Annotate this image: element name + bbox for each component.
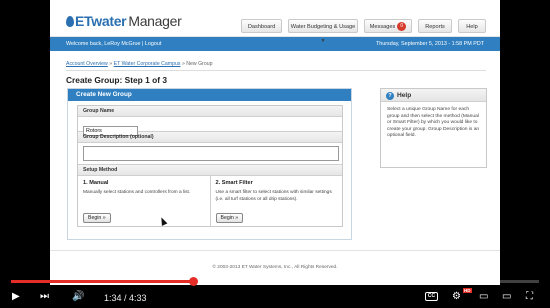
page-title: Create Group: Step 1 of 3 xyxy=(66,75,167,85)
breadcrumb-current: New Group xyxy=(186,61,213,67)
progress-bar[interactable] xyxy=(11,277,539,286)
progress-played xyxy=(11,280,193,283)
nav-help[interactable]: Help xyxy=(458,19,486,33)
help-header: ? Help xyxy=(381,89,486,102)
etwater-logo[interactable]: ETwater Manager xyxy=(66,13,182,29)
time-display: 1:34 / 4:33 xyxy=(104,293,147,303)
cast-icon[interactable]: ▭ xyxy=(502,290,511,304)
nav-label: Reports xyxy=(425,24,445,30)
current-datetime: Thursday, September 5, 2013 - 1:58 PM PD… xyxy=(375,41,484,47)
divider xyxy=(66,70,486,71)
setup-methods: 1. Manual Manually select stations and c… xyxy=(78,176,342,226)
panel-title: Create New Group xyxy=(68,89,351,101)
user-bar: Welcome back, LeRoy McGrue | Logout Thur… xyxy=(50,37,500,51)
nav-label: Messages xyxy=(369,24,396,30)
video-frame: ETwater Manager Dashboard Water Budgeting… xyxy=(50,0,500,285)
nav-reports[interactable]: Reports xyxy=(418,19,452,33)
setup-method-label: Setup Method xyxy=(78,165,342,176)
description-textarea[interactable] xyxy=(83,146,339,161)
manual-title: 1. Manual xyxy=(83,180,109,186)
breadcrumb-campus[interactable]: ET Water Corporate Campus xyxy=(114,61,181,67)
fullscreen-icon[interactable]: ⛶ xyxy=(526,290,533,304)
create-group-panel: Create New Group Group Name Group Descri… xyxy=(67,88,352,240)
smart-filter-description: Use a smart filter to select stations wi… xyxy=(215,190,332,202)
hd-badge: HD xyxy=(463,288,472,293)
water-drop-icon xyxy=(66,16,74,27)
group-form: Group Name Group Description (optional) … xyxy=(77,105,343,227)
video-player[interactable]: ETwater Manager Dashboard Water Budgeting… xyxy=(0,0,550,308)
breadcrumb-account-overview[interactable]: Account Overview xyxy=(66,61,108,67)
help-title: Help xyxy=(397,92,412,99)
description-row xyxy=(78,143,342,165)
app-header: ETwater Manager Dashboard Water Budgeting… xyxy=(50,0,500,44)
manual-description: Manually select stations and controllers… xyxy=(83,190,191,195)
next-icon[interactable]: ⏭ xyxy=(40,290,49,304)
group-name-row xyxy=(78,117,342,136)
copyright-footer: © 2003-2013 ET Water Systems, Inc., All … xyxy=(50,250,500,270)
manual-method: 1. Manual Manually select stations and c… xyxy=(78,176,210,226)
breadcrumb: Account Overview » ET Water Corporate Ca… xyxy=(66,61,213,67)
nav-water-budgeting[interactable]: Water Budgeting & Usage ▾ xyxy=(288,19,358,44)
help-icon: ? xyxy=(386,92,394,100)
description-label: Group Description (optional) xyxy=(78,132,342,143)
scrubber-handle[interactable] xyxy=(189,277,198,286)
nav-label: Dashboard xyxy=(247,24,276,30)
help-panel: ? Help Select a unique Group Name for eac… xyxy=(380,88,487,168)
breadcrumb-separator: » xyxy=(181,61,185,67)
smart-filter-method: 2. Smart Filter Use a smart filter to se… xyxy=(209,176,343,226)
messages-count-badge: 0 xyxy=(397,22,407,31)
player-controls: ▶ ⏭ 🔊 1:34 / 4:33 CC ⚙ HD ▭ ▭ ⛶ xyxy=(0,288,550,308)
smart-filter-title: 2. Smart Filter xyxy=(215,180,253,186)
welcome-text[interactable]: Welcome back, LeRoy McGrue | Logout xyxy=(66,37,161,51)
help-text: Select a unique Group Name for each grou… xyxy=(387,107,480,138)
manual-begin-button[interactable]: Begin » xyxy=(83,213,111,223)
smart-filter-begin-button[interactable]: Begin » xyxy=(215,213,244,223)
nav-label: Help xyxy=(466,24,478,30)
settings-gear-icon[interactable]: ⚙ xyxy=(452,290,461,304)
breadcrumb-separator: » xyxy=(109,61,113,67)
play-icon[interactable]: ▶ xyxy=(12,290,20,304)
nav-messages[interactable]: Messages 0 xyxy=(364,19,412,33)
volume-icon[interactable]: 🔊 xyxy=(72,290,84,304)
theater-mode-icon[interactable]: ▭ xyxy=(479,290,488,304)
logo-product: Manager xyxy=(128,13,182,29)
captions-button[interactable]: CC xyxy=(425,292,438,301)
logo-brand: ETwater xyxy=(75,13,127,29)
group-name-label: Group Name xyxy=(78,106,342,117)
nav-dashboard[interactable]: Dashboard xyxy=(241,19,282,33)
